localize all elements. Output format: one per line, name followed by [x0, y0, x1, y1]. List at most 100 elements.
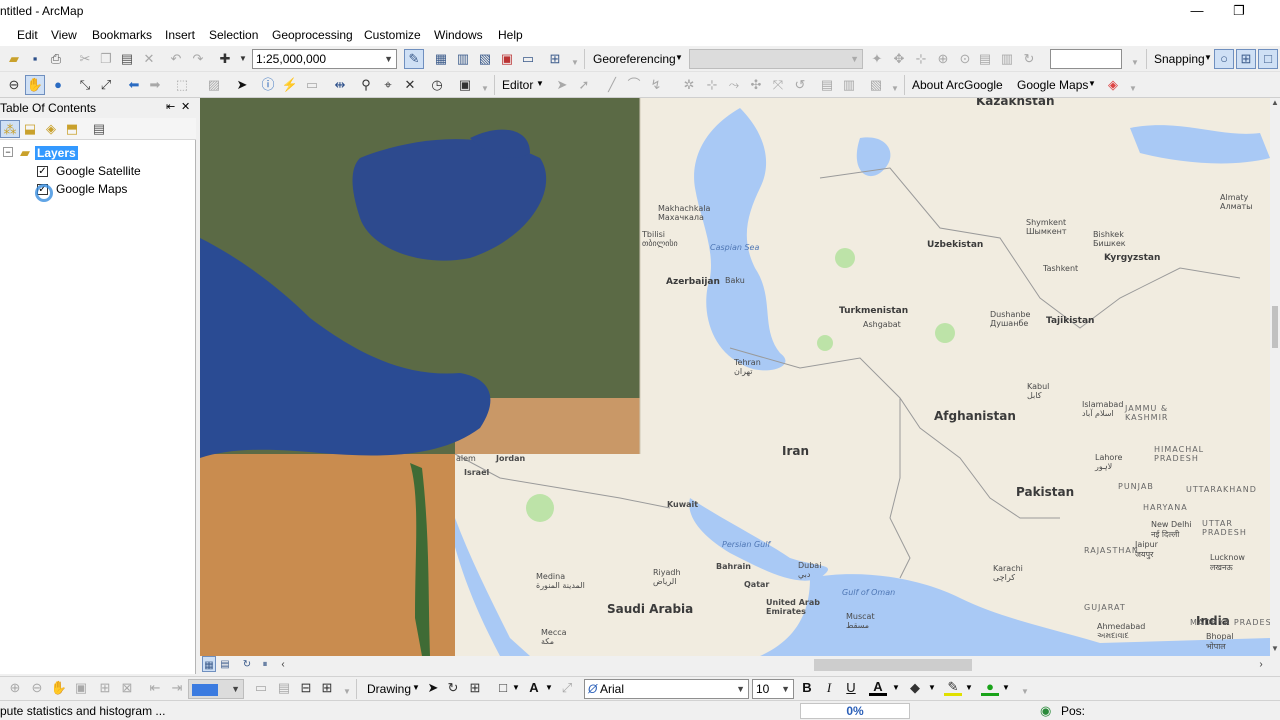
menu-customize[interactable]: Customize [364, 28, 421, 42]
add-control-points-icon[interactable]: ⊕ [934, 50, 952, 68]
vertex-snapping-icon[interactable]: □ [1258, 49, 1278, 69]
underline-button[interactable]: U [842, 679, 860, 697]
fill-color-icon[interactable]: ◆ [906, 679, 924, 697]
focus-data-frame-icon[interactable]: ▤ [275, 679, 293, 697]
menu-edit[interactable]: Edit [17, 28, 38, 42]
menu-geoprocessing[interactable]: Geoprocessing [272, 28, 353, 42]
split-icon[interactable]: ⤧ [769, 76, 787, 94]
select-elements-icon[interactable]: ➤ [424, 679, 442, 697]
list-by-drawing-order-icon[interactable]: ⁂ [0, 120, 20, 138]
view-link-table-icon[interactable]: ▤ [976, 50, 994, 68]
reshape-icon[interactable]: ⤳ [725, 76, 743, 94]
restore-button[interactable]: ❐ [1216, 0, 1262, 24]
editor-toolbar-icon[interactable]: ✎ [404, 49, 424, 69]
go-to-xy-icon[interactable]: ✕ [401, 76, 419, 94]
previous-extent-layout-icon[interactable]: ⇤ [146, 679, 164, 697]
end-snapping-icon[interactable]: ⊞ [1236, 49, 1256, 69]
scroll-up-icon[interactable]: ▲ [1271, 98, 1279, 107]
pan-layout-icon[interactable]: ✋ [50, 679, 68, 697]
point-icon[interactable]: ✲ [680, 76, 698, 94]
arctoolbox-icon[interactable]: ▣ [498, 50, 516, 68]
toolbar-overflow-icon[interactable]: ▼ [1124, 80, 1142, 98]
next-extent-layout-icon[interactable]: ⇥ [168, 679, 186, 697]
measure-icon[interactable]: ⇹ [331, 76, 349, 94]
fixed-zoom-out-icon[interactable]: ⤢ [97, 76, 115, 94]
clear-selection-icon[interactable]: ▨ [205, 76, 223, 94]
pan-icon[interactable]: ✋ [25, 75, 45, 95]
zoom-out-icon[interactable]: ⊖ [5, 76, 23, 94]
toolbar-overflow-icon[interactable]: ▼ [886, 80, 904, 98]
cut-polygons-icon[interactable]: ✣ [747, 76, 765, 94]
find-icon[interactable]: ⚲ [357, 76, 375, 94]
open-folder-icon[interactable]: ▰ [5, 50, 23, 68]
line-color-icon[interactable]: ✎ [944, 678, 962, 696]
undo-icon[interactable]: ↶ [167, 50, 185, 68]
drawing-menu[interactable]: Drawing [367, 682, 411, 696]
html-popup-icon[interactable]: ▭ [303, 76, 321, 94]
back-extent-icon[interactable]: ⬅ [125, 76, 143, 94]
viewer-icon[interactable]: ▥ [998, 50, 1016, 68]
rectangle-icon[interactable]: □ [494, 679, 512, 697]
toolbar-overflow-icon[interactable]: ▼ [566, 54, 584, 72]
georeferencing-menu[interactable]: Georeferencing [593, 52, 676, 66]
google-earth-icon[interactable]: ◈ [1104, 76, 1122, 94]
attributes-icon[interactable]: ▤ [818, 76, 836, 94]
list-by-selection-icon[interactable]: ⬒ [63, 120, 81, 138]
layout-view-icon[interactable]: ▤ [218, 656, 232, 672]
editor-menu[interactable]: Editor [502, 78, 533, 92]
google-maps-menu[interactable]: Google Maps [1017, 78, 1088, 92]
layout-zoom-combo[interactable]: ▼ [188, 679, 244, 699]
create-viewer-icon[interactable]: ▣ [456, 76, 474, 94]
paste-icon[interactable]: ▤ [118, 50, 136, 68]
layer-google-maps[interactable]: Google Maps [56, 182, 127, 196]
fixed-zoom-in-icon[interactable]: ⤡ [76, 76, 94, 94]
toolbar-overflow-icon[interactable]: ▼ [338, 683, 356, 701]
find-route-icon[interactable]: ⌖ [379, 76, 397, 94]
about-arcgoogle-button[interactable]: About ArcGoogle [912, 78, 1003, 92]
catalog-window-icon[interactable]: ▥ [454, 50, 472, 68]
options-icon[interactable]: ▤ [90, 120, 108, 138]
add-data-icon[interactable]: ✚ [216, 50, 234, 68]
point-snapping-icon[interactable]: ○ [1214, 49, 1234, 69]
menu-windows[interactable]: Windows [434, 28, 483, 42]
time-slider-icon[interactable]: ◷ [428, 76, 446, 94]
menu-view[interactable]: View [51, 28, 77, 42]
print-icon[interactable]: ⎙ [47, 50, 65, 68]
map-scale-combo[interactable]: 1:25,000,000 ▼ [252, 49, 397, 69]
toolbar-overflow-icon[interactable]: ▼ [476, 80, 494, 98]
data-driven-pages-icon[interactable]: ⊞ [318, 679, 336, 697]
zoom-out-layout-icon[interactable]: ⊖ [28, 679, 46, 697]
python-window-icon[interactable]: ▭ [519, 50, 537, 68]
select-elements-icon[interactable]: ➤ [233, 76, 251, 94]
toc-window-icon[interactable]: ▦ [432, 50, 450, 68]
shift-icon[interactable]: ✥ [890, 50, 908, 68]
bold-button[interactable]: B [798, 679, 816, 697]
full-extent-icon[interactable]: ● [49, 76, 67, 94]
pin-icon[interactable]: ⇤ [166, 100, 175, 113]
refresh-icon[interactable]: ↻ [1020, 50, 1038, 68]
map-horizontal-scrollbar[interactable]: ▦ ▤ ↻ ⏸ ‹ › [200, 656, 1280, 674]
font-size-combo[interactable]: 10 ▼ [752, 679, 794, 699]
rotate-element-icon[interactable]: ↻ [444, 679, 462, 697]
trace-icon[interactable]: ↯ [647, 76, 665, 94]
georef-layer-combo[interactable]: ▼ [689, 49, 863, 69]
snapping-menu[interactable]: Snapping [1154, 52, 1205, 66]
cut-icon[interactable]: ✂ [76, 50, 94, 68]
layer-checkbox-google-satellite[interactable]: ✓ [37, 166, 48, 177]
list-by-visibility-icon[interactable]: ◈ [42, 120, 60, 138]
toggle-draft-icon[interactable]: ▭ [252, 679, 270, 697]
scrollbar-thumb[interactable] [1272, 306, 1278, 348]
rotate-icon[interactable]: ✦ [868, 50, 886, 68]
close-icon[interactable]: ✕ [181, 100, 190, 113]
pause-drawing-icon[interactable]: ⏸ [258, 656, 272, 672]
layers-root[interactable]: Layers [35, 146, 78, 160]
data-view-icon[interactable]: ▦ [202, 656, 216, 672]
delete-icon[interactable]: ✕ [140, 50, 158, 68]
toolbar-overflow-icon[interactable]: ▼ [1126, 54, 1144, 72]
edit-vertices-drawing-icon[interactable]: ⤢ [558, 679, 576, 697]
end-point-arc-icon[interactable]: ⌒ [625, 76, 643, 94]
redo-icon[interactable]: ↷ [189, 50, 207, 68]
map-vertical-scrollbar[interactable]: ▲ ▼ [1270, 98, 1280, 656]
menu-help[interactable]: Help [498, 28, 523, 42]
forward-extent-icon[interactable]: ➡ [146, 76, 164, 94]
